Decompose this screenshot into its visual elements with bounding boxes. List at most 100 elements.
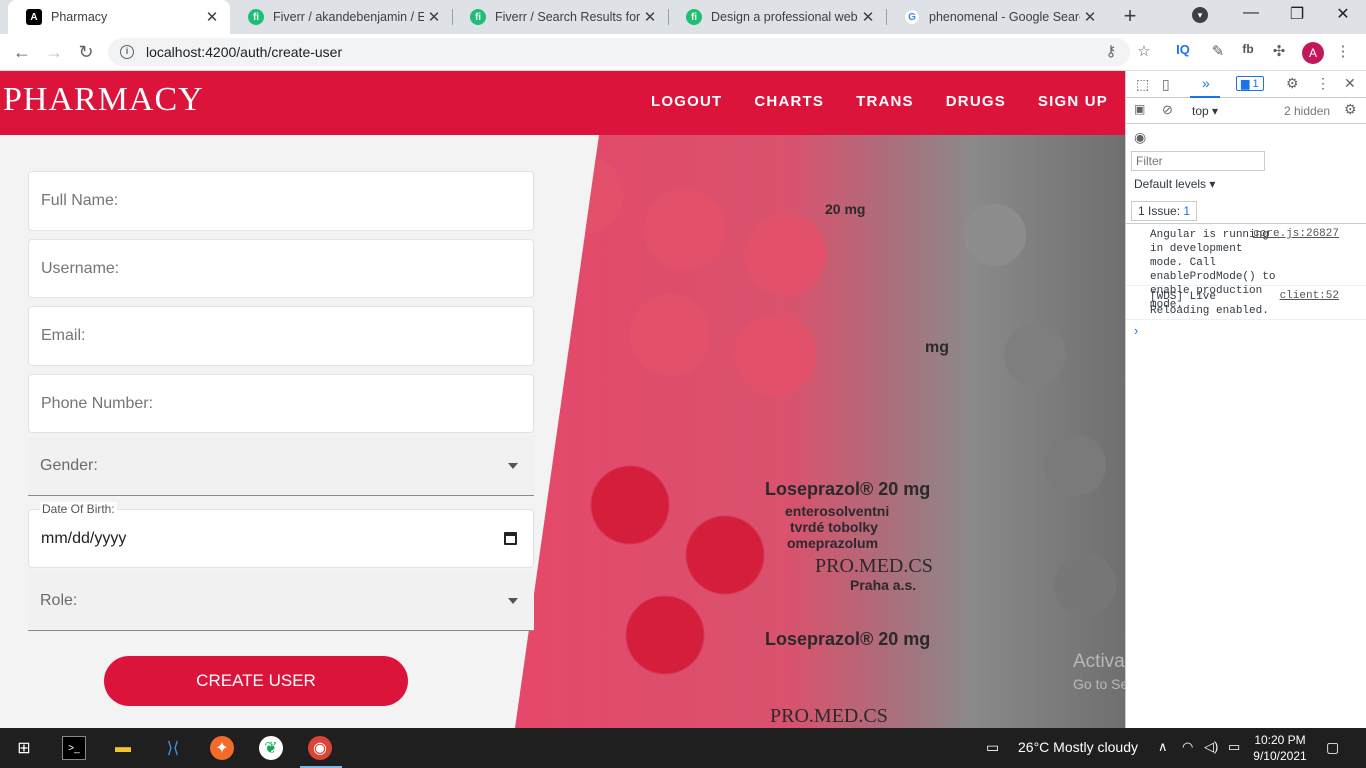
show-hidden-icons[interactable]: ∧ bbox=[1158, 739, 1168, 755]
close-tab-icon[interactable]: ✕ bbox=[202, 8, 222, 26]
browser-tab-pharmacy[interactable]: A Pharmacy ✕ bbox=[8, 0, 230, 34]
notifications-icon[interactable]: ▢ bbox=[1326, 739, 1339, 756]
nav-charts[interactable]: CHARTS bbox=[754, 93, 824, 110]
username-input[interactable] bbox=[41, 240, 521, 297]
address-bar[interactable]: i localhost:4200/auth/create-user bbox=[108, 38, 1130, 66]
console-toolbar: ▣ ⊘ top ▾ 2 hidden ⚙ bbox=[1126, 98, 1366, 124]
sidebar-toggle-icon[interactable]: ▣ bbox=[1134, 102, 1145, 116]
minimize-icon[interactable]: — bbox=[1236, 4, 1266, 22]
dob-field[interactable]: mm/dd/yyyy bbox=[28, 509, 534, 568]
close-tab-icon[interactable]: ✕ bbox=[1080, 8, 1100, 26]
back-arrow-icon[interactable]: ← bbox=[10, 41, 34, 63]
brand-logo[interactable]: PHARMACY bbox=[3, 81, 204, 119]
devtools-panel: ⬚ ▯ » ▆ 1 ⚙ ⋮ ✕ ▣ ⊘ top ▾ 2 hidden ⚙ ◉ F… bbox=[1125, 71, 1366, 728]
close-tab-icon[interactable]: ✕ bbox=[424, 8, 444, 26]
hero-text: tvrdé tobolky bbox=[790, 519, 878, 535]
console-settings-icon[interactable]: ⚙ bbox=[1344, 101, 1357, 118]
windows-taskbar: ⊞ >_ ▬ ⟩⟨ ✦ ❦ ◉ ▭ 26°C Mostly cloudy ∧ ◠… bbox=[0, 728, 1366, 768]
close-window-icon[interactable]: ✕ bbox=[1328, 4, 1358, 24]
dob-input[interactable]: mm/dd/yyyy bbox=[41, 510, 126, 567]
phone-field[interactable] bbox=[28, 374, 534, 433]
console-filter-input[interactable]: Filter bbox=[1131, 151, 1265, 171]
vscode-icon[interactable]: ⟩⟨ bbox=[161, 736, 185, 760]
inspect-icon[interactable]: ⬚ bbox=[1136, 76, 1149, 93]
console-message-source[interactable]: client:52 bbox=[1280, 290, 1339, 302]
email-input[interactable] bbox=[41, 307, 521, 365]
hero-text: Loseprazol® 20 mg bbox=[765, 479, 931, 499]
full-name-input[interactable] bbox=[41, 172, 521, 230]
nav-signup[interactable]: SIGN UP bbox=[1038, 93, 1108, 110]
nav-logout[interactable]: LOGOUT bbox=[651, 93, 722, 110]
fb-extension-icon[interactable]: fb bbox=[1237, 42, 1259, 56]
console-message-source[interactable]: core.js:26827 bbox=[1253, 228, 1339, 240]
iq-extension-icon[interactable]: IQ bbox=[1172, 42, 1194, 57]
windows-start-icon[interactable]: ⊞ bbox=[12, 736, 36, 760]
dob-label: Date Of Birth: bbox=[40, 502, 117, 516]
reload-icon[interactable]: ↻ bbox=[74, 41, 98, 63]
close-tab-icon[interactable]: ✕ bbox=[640, 8, 660, 26]
issues-badge-count: 1 bbox=[1252, 78, 1259, 90]
log-levels-select[interactable]: Default levels ▾ bbox=[1134, 177, 1215, 191]
hero-text: mg bbox=[925, 339, 949, 356]
file-explorer-icon[interactable]: ▬ bbox=[111, 736, 135, 760]
key-icon[interactable]: ⚷ bbox=[1100, 42, 1122, 60]
full-name-field[interactable] bbox=[28, 171, 534, 231]
extensions-puzzle-icon[interactable]: ✣ bbox=[1268, 42, 1290, 60]
volume-icon[interactable]: ◁) bbox=[1204, 739, 1218, 755]
terminal-icon[interactable]: >_ bbox=[62, 736, 86, 760]
forward-arrow-icon[interactable]: → bbox=[42, 41, 66, 63]
devtools-menu-icon[interactable]: ⋮ bbox=[1316, 75, 1330, 92]
battery-icon[interactable]: ▭ bbox=[1228, 739, 1240, 755]
issues-counter[interactable]: 1 Issue: 1 bbox=[1131, 201, 1198, 221]
browser-tab-fiverr-design[interactable]: fi Design a professional website ✕ bbox=[668, 0, 886, 34]
email-field[interactable] bbox=[28, 306, 534, 366]
hero-text: omeprazolum bbox=[787, 535, 879, 551]
browser-tab-fiverr-profile[interactable]: fi Fiverr / akandebenjamin / Edi ✕ bbox=[230, 0, 452, 34]
phone-input[interactable] bbox=[41, 375, 521, 432]
clear-console-icon[interactable]: ⊘ bbox=[1162, 102, 1173, 118]
profile-avatar[interactable]: A bbox=[1302, 42, 1324, 64]
nav-trans[interactable]: TRANS bbox=[856, 93, 914, 110]
tab-title: phenomenal - Google Search bbox=[929, 10, 1080, 24]
angular-icon: A bbox=[26, 9, 42, 25]
fiverr-icon: fi bbox=[248, 9, 264, 25]
console-message: Angular is running in development mode. … bbox=[1126, 228, 1366, 311]
hero-text: 20 mg bbox=[825, 201, 866, 217]
hidden-count: 2 hidden bbox=[1284, 104, 1331, 118]
calendar-icon[interactable] bbox=[504, 531, 517, 545]
restore-icon[interactable]: ❐ bbox=[1282, 4, 1312, 24]
url-text[interactable]: localhost:4200/auth/create-user bbox=[146, 44, 342, 60]
nav-drugs[interactable]: DRUGS bbox=[946, 93, 1006, 110]
wifi-icon[interactable]: ◠ bbox=[1182, 739, 1193, 755]
role-select[interactable]: Role: bbox=[28, 571, 534, 631]
close-devtools-icon[interactable]: ✕ bbox=[1344, 75, 1356, 92]
chrome-taskbar-icon[interactable]: ◉ bbox=[308, 736, 332, 760]
new-tab-button[interactable]: + bbox=[1120, 5, 1140, 27]
info-icon[interactable]: i bbox=[120, 45, 134, 59]
gender-select[interactable]: Gender: bbox=[28, 437, 534, 496]
divider bbox=[1126, 223, 1366, 224]
console-prompt-icon[interactable]: › bbox=[1134, 323, 1138, 338]
browser-tab-fiverr-search[interactable]: fi Fiverr / Search Results for 'gu ✕ bbox=[452, 0, 668, 34]
context-select[interactable]: top ▾ bbox=[1192, 104, 1218, 118]
username-field[interactable] bbox=[28, 239, 534, 298]
more-tabs-icon[interactable]: » bbox=[1202, 75, 1210, 91]
weather-widget[interactable]: 26°C Mostly cloudy bbox=[1018, 739, 1138, 755]
weather-icon[interactable]: ▭ bbox=[986, 739, 999, 756]
postman-icon[interactable]: ✦ bbox=[210, 736, 234, 760]
eye-icon[interactable]: ◉ bbox=[1134, 129, 1146, 146]
system-clock[interactable]: 10:20 PM 9/10/2021 bbox=[1250, 732, 1310, 764]
close-tab-icon[interactable]: ✕ bbox=[858, 8, 878, 26]
device-toolbar-icon[interactable]: ▯ bbox=[1162, 76, 1170, 93]
settings-gear-icon[interactable]: ⚙ bbox=[1286, 75, 1299, 92]
browser-tab-google[interactable]: G phenomenal - Google Search ✕ bbox=[886, 0, 1108, 34]
issues-badge[interactable]: ▆ 1 bbox=[1236, 76, 1264, 91]
mongodb-compass-icon[interactable]: ❦ bbox=[259, 736, 283, 760]
clock-date: 9/10/2021 bbox=[1253, 749, 1307, 763]
bookmark-star-icon[interactable]: ☆ bbox=[1133, 42, 1155, 60]
eyedropper-extension-icon[interactable]: ✎ bbox=[1207, 42, 1229, 60]
chrome-menu-icon[interactable]: ⋮ bbox=[1332, 42, 1354, 60]
tab-search-icon[interactable]: ▾ bbox=[1192, 7, 1208, 23]
create-user-button[interactable]: CREATE USER bbox=[104, 656, 408, 706]
create-user-form: Gender: mm/dd/yyyy Date Of Birth: Role: … bbox=[0, 135, 560, 728]
